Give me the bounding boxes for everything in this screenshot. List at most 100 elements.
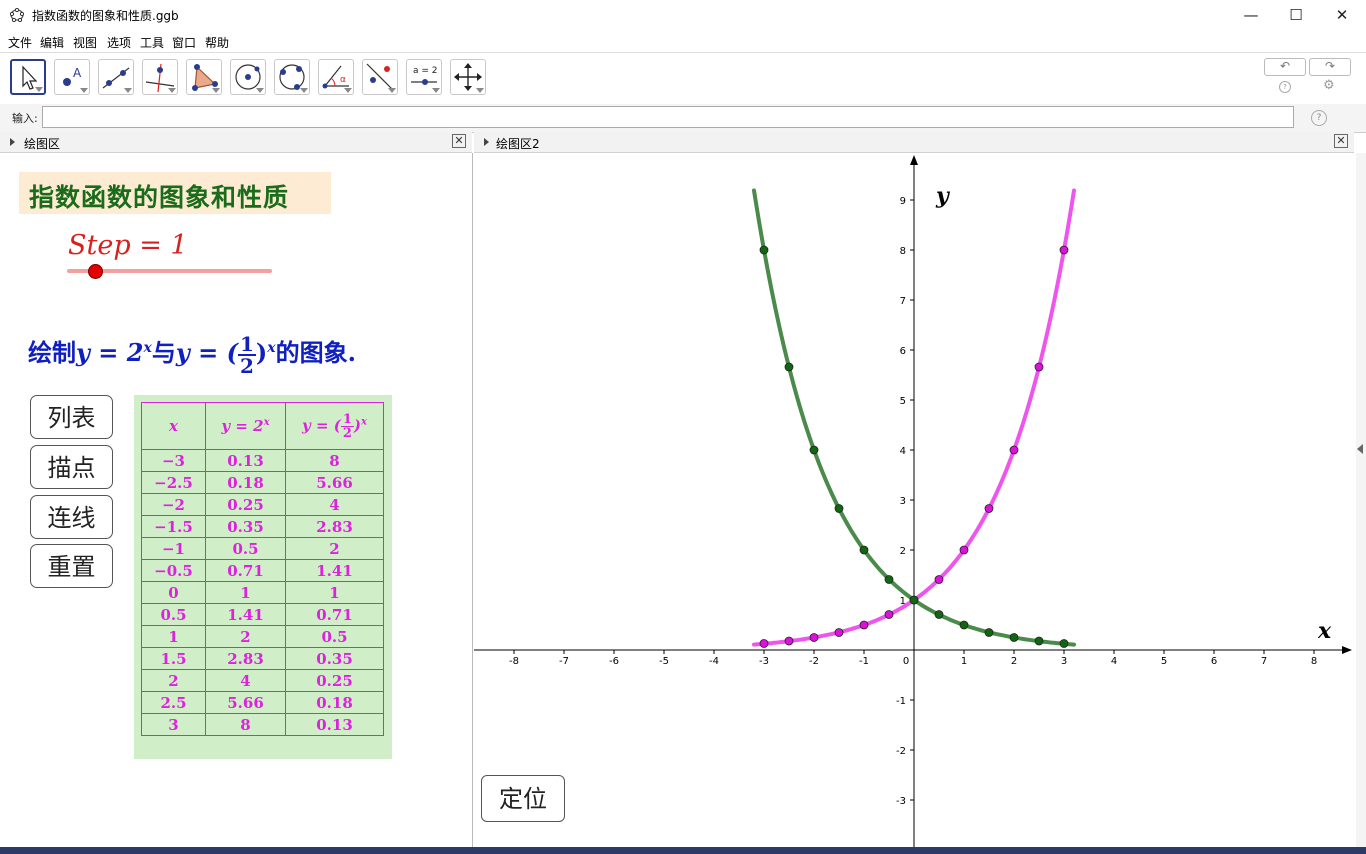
point-2x[interactable] (759, 639, 769, 648)
reflect-tool[interactable] (362, 59, 398, 95)
expand-arrow-icon[interactable] (10, 138, 15, 146)
move-graphics-view-tool[interactable] (450, 59, 486, 95)
cell-2x: 1.41 (205, 603, 286, 626)
gear-icon[interactable]: ⚙ (1323, 78, 1335, 93)
task-exponent-2: x (267, 340, 276, 356)
menu-help[interactable]: 帮助 (205, 34, 229, 51)
polygon-tool[interactable] (186, 59, 222, 95)
cell-x: 0.5 (141, 603, 206, 626)
move-tool[interactable] (10, 59, 46, 95)
locate-button[interactable]: 定位 (481, 775, 565, 822)
point-half-x[interactable] (784, 362, 794, 372)
table-row: 3 8 0.13 (141, 713, 384, 736)
cell-2x: 2.83 (205, 647, 286, 670)
list-button[interactable]: 列表 (30, 395, 113, 439)
table-row: 1 2 0.5 (141, 625, 384, 648)
point-half-x[interactable] (1059, 639, 1069, 648)
table-row: 2 4 0.25 (141, 669, 384, 692)
connect-line-button[interactable]: 连线 (30, 495, 113, 539)
plot-points-button[interactable]: 描点 (30, 445, 113, 489)
side-panel-toggle[interactable] (1356, 153, 1366, 847)
point-2x[interactable] (1009, 445, 1019, 455)
redo-button[interactable]: ↷ (1309, 58, 1351, 76)
menu-edit[interactable]: 编辑 (40, 34, 64, 51)
value-table: x y = 2x y = (1 2)x −3 0.13 8 −2.5 0.18 5.66 −2… (141, 402, 384, 736)
point-tool[interactable]: A (54, 59, 90, 95)
value-table-panel: x y = 2x y = (1 2)x −3 0.13 8 −2.5 0.18 5.66 −2… (134, 395, 392, 759)
point-half-x[interactable] (934, 610, 944, 619)
point-half-x[interactable] (884, 575, 894, 584)
minimize-button[interactable]: — (1228, 0, 1274, 30)
point-half-x[interactable] (959, 620, 969, 630)
menu-file[interactable]: 文件 (8, 34, 32, 51)
menu-options[interactable]: 选项 (107, 34, 131, 51)
point-half-x[interactable] (859, 545, 869, 555)
task-function-1: y = 2 (76, 338, 144, 367)
y-tick-label: 9 (900, 196, 906, 207)
table-row: −2 0.25 4 (141, 493, 384, 516)
x-tick-label: 3 (1061, 656, 1067, 667)
lesson-title: 指数函数的图象和性质 (29, 183, 290, 212)
point-2x[interactable] (1034, 362, 1044, 372)
cell-half-x: 0.18 (285, 691, 384, 714)
point-2x[interactable] (959, 545, 969, 555)
point-2x[interactable] (884, 610, 894, 619)
input-field[interactable] (42, 106, 1294, 128)
expand-arrow-icon[interactable] (484, 138, 489, 146)
graphics-view-2[interactable]: -8 -7 -6 -5 -4 -3 -2 -1 0 1 2 3 4 5 6 7 8 -3 -2 -1 1 2 3 4 5 6 7 8 9… (474, 153, 1354, 847)
y-tick-label: -2 (896, 746, 906, 757)
graphics-view-1[interactable]: 指数函数的图象和性质 Step = 1 绘制y = 2x与y = (1 2)x的图… (0, 153, 473, 847)
function-graph[interactable]: -8 -7 -6 -5 -4 -3 -2 -1 0 1 2 3 4 5 6 7 8-3-2-1123456789… (474, 153, 1354, 847)
reset-button[interactable]: 重置 (30, 544, 113, 588)
perpendicular-line-tool[interactable] (142, 59, 178, 95)
cell-x: 3 (141, 713, 206, 736)
point-2x[interactable] (984, 504, 994, 513)
point-half-x[interactable] (909, 595, 919, 605)
collapse-arrow-icon[interactable] (1357, 444, 1363, 454)
header-fraction-denominator: 2 (342, 425, 352, 441)
point-2x[interactable] (784, 636, 794, 646)
point-2x[interactable] (934, 575, 944, 584)
point-2x[interactable] (859, 620, 869, 630)
point-2x[interactable] (834, 628, 844, 637)
x-tick-label: -8 (509, 656, 519, 667)
close-panel-icon[interactable]: ✕ (1334, 134, 1348, 148)
cell-2x: 0.5 (205, 537, 286, 560)
point-2x[interactable] (1059, 245, 1069, 255)
menu-tools[interactable]: 工具 (140, 34, 164, 51)
input-help-icon[interactable]: ? (1311, 110, 1327, 126)
point-half-x[interactable] (1009, 633, 1019, 642)
point-half-x[interactable] (1034, 636, 1044, 646)
maximize-button[interactable]: ☐ (1273, 0, 1319, 30)
angle-tool[interactable]: α (318, 59, 354, 95)
circle-through-points-tool[interactable] (274, 59, 310, 95)
point-half-x[interactable] (984, 628, 994, 637)
undo-button[interactable]: ↶ (1264, 58, 1306, 76)
x-tick-label: 6 (1211, 656, 1217, 667)
toolbar-help-icon[interactable]: ? (1279, 81, 1291, 93)
point-half-x[interactable] (834, 504, 844, 513)
cell-half-x: 0.5 (285, 625, 384, 648)
close-panel-icon[interactable]: ✕ (452, 134, 466, 148)
y-tick-label: 6 (900, 346, 906, 357)
step-slider-handle[interactable] (88, 264, 103, 279)
cell-2x: 5.66 (205, 691, 286, 714)
point-2x[interactable] (809, 633, 819, 642)
task-instruction: 绘制y = 2x与y = (1 2)x的图象. (28, 333, 356, 376)
point-half-x[interactable] (809, 445, 819, 455)
table-row: −1 0.5 2 (141, 537, 384, 560)
cell-2x: 8 (205, 713, 286, 736)
step-label: Step = 1 (68, 230, 188, 261)
slider-tool[interactable]: a = 2 (406, 59, 442, 95)
menu-view[interactable]: 视图 (73, 34, 97, 51)
x-axis-label: x (1317, 618, 1332, 644)
x-tick-label: -1 (859, 656, 869, 667)
cell-2x: 0.18 (205, 471, 286, 494)
svg-text:A: A (73, 66, 82, 80)
point-half-x[interactable] (759, 245, 769, 255)
close-window-button[interactable]: ✕ (1319, 0, 1365, 30)
line-tool[interactable] (98, 59, 134, 95)
table-row: 011 (141, 581, 384, 604)
circle-tool[interactable] (230, 59, 266, 95)
menu-window[interactable]: 窗口 (172, 34, 196, 51)
